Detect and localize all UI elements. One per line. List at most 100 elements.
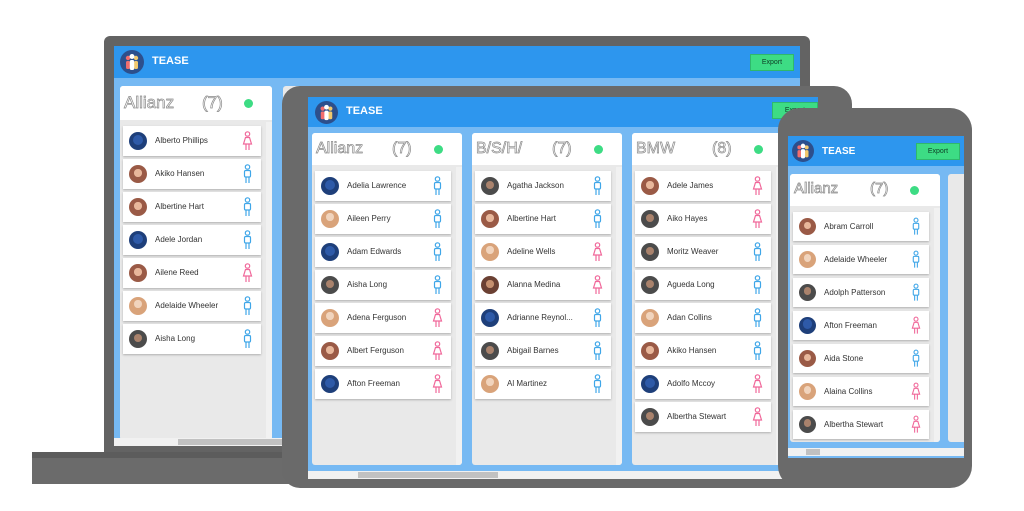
person-card[interactable]: Adan Collins bbox=[635, 303, 771, 333]
person-card[interactable]: Adele Jordan bbox=[123, 225, 261, 255]
person-name: Adolfo Mccoy bbox=[667, 379, 716, 388]
person-card[interactable]: Albertha Stewart bbox=[793, 410, 929, 439]
person-card[interactable]: Adena Ferguson bbox=[315, 303, 451, 333]
person-card[interactable]: Al Martinez bbox=[475, 369, 611, 399]
avatar bbox=[481, 342, 499, 360]
team-column-allianz: Allianz (7) Abram Carroll Adelaide Wheeler A… bbox=[790, 174, 940, 442]
person-card[interactable]: Adeline Wells bbox=[475, 237, 611, 267]
app-title: TEASE bbox=[152, 55, 189, 67]
avatar bbox=[641, 210, 659, 228]
person-name: Albertine Hart bbox=[155, 202, 204, 211]
avatar bbox=[321, 177, 339, 195]
person-card[interactable]: Aisha Long bbox=[123, 324, 261, 354]
female-icon bbox=[432, 308, 443, 333]
person-name: Adeline Wells bbox=[507, 247, 556, 256]
person-name: Moritz Weaver bbox=[667, 247, 719, 256]
person-card[interactable]: Moritz Weaver bbox=[635, 237, 771, 267]
person-name: Alaina Collins bbox=[824, 386, 873, 396]
vertical-scrollbar[interactable] bbox=[456, 167, 462, 465]
person-card[interactable]: Aileen Perry bbox=[315, 204, 451, 234]
person-card[interactable]: Albertine Hart bbox=[123, 192, 261, 222]
female-icon bbox=[592, 242, 603, 267]
person-card[interactable]: Akiko Hansen bbox=[123, 159, 261, 189]
person-name: Adrianne Reynol... bbox=[507, 313, 573, 322]
horizontal-scrollbar[interactable] bbox=[308, 471, 818, 479]
person-name: Aileen Perry bbox=[347, 214, 391, 223]
male-icon bbox=[432, 242, 443, 267]
person-card[interactable]: Agueda Long bbox=[635, 270, 771, 300]
person-name: Agueda Long bbox=[667, 280, 715, 289]
person-card[interactable]: Abigail Barnes bbox=[475, 336, 611, 366]
person-card[interactable]: Adelia Lawrence bbox=[315, 171, 451, 201]
person-card[interactable]: Alanna Medina bbox=[475, 270, 611, 300]
info-icon[interactable] bbox=[594, 145, 603, 154]
info-icon[interactable] bbox=[244, 99, 253, 108]
person-card[interactable]: Aisha Long bbox=[315, 270, 451, 300]
avatar bbox=[321, 276, 339, 294]
tablet-screen: TEASE Export Allianz (7) Adelia Lawrence Ai… bbox=[308, 97, 818, 479]
scrollbar-thumb[interactable] bbox=[806, 449, 820, 455]
female-icon bbox=[242, 131, 253, 156]
export-button[interactable]: Export bbox=[916, 143, 960, 160]
female-icon bbox=[752, 209, 763, 234]
person-card[interactable]: Afton Freeman bbox=[793, 311, 929, 340]
team-column-allianz: Allianz (7) Alberto Phillips Akiko Hansen Al… bbox=[120, 86, 272, 440]
team-logo-icon bbox=[315, 101, 338, 124]
female-icon bbox=[752, 176, 763, 201]
person-name: Akiko Hansen bbox=[667, 346, 717, 355]
male-icon bbox=[592, 374, 603, 399]
female-icon bbox=[432, 374, 443, 399]
avatar bbox=[641, 375, 659, 393]
avatar bbox=[481, 276, 499, 294]
export-button[interactable]: Export bbox=[750, 54, 794, 71]
person-card[interactable]: Adele James bbox=[635, 171, 771, 201]
column-header: BMW (8) bbox=[632, 133, 782, 165]
male-icon bbox=[911, 349, 921, 373]
person-card[interactable]: Afton Freeman bbox=[315, 369, 451, 399]
person-card[interactable]: Alberto Phillips bbox=[123, 126, 261, 156]
team-count: (7) bbox=[552, 140, 572, 158]
person-name: Adelaide Wheeler bbox=[155, 301, 219, 310]
person-card[interactable]: Adelaide Wheeler bbox=[793, 245, 929, 274]
person-card[interactable]: Adrianne Reynol... bbox=[475, 303, 611, 333]
person-name: Aisha Long bbox=[347, 280, 388, 289]
person-card[interactable]: Adam Edwards bbox=[315, 237, 451, 267]
person-card[interactable]: Adolph Patterson bbox=[793, 278, 929, 307]
male-icon bbox=[242, 230, 253, 255]
horizontal-scrollbar[interactable] bbox=[788, 448, 964, 456]
team-name: Allianz bbox=[794, 180, 839, 198]
person-card[interactable]: Agatha Jackson bbox=[475, 171, 611, 201]
info-icon[interactable] bbox=[434, 145, 443, 154]
info-icon[interactable] bbox=[910, 186, 919, 195]
avatar bbox=[481, 309, 499, 327]
person-card[interactable]: Albertine Hart bbox=[475, 204, 611, 234]
female-icon bbox=[752, 407, 763, 432]
vertical-scrollbar[interactable] bbox=[266, 122, 272, 440]
person-card[interactable]: Aiko Hayes bbox=[635, 204, 771, 234]
person-card[interactable]: Albert Ferguson bbox=[315, 336, 451, 366]
info-icon[interactable] bbox=[754, 145, 763, 154]
scrollbar-thumb[interactable] bbox=[178, 439, 288, 445]
app-header: TEASE Export bbox=[308, 97, 818, 127]
person-card[interactable]: Albertha Stewart bbox=[635, 402, 771, 432]
person-card[interactable]: Adolfo Mccoy bbox=[635, 369, 771, 399]
scrollbar-thumb[interactable] bbox=[358, 472, 498, 478]
person-name: Aiko Hayes bbox=[667, 214, 708, 223]
team-name: Allianz bbox=[316, 140, 364, 158]
person-name: Albertha Stewart bbox=[824, 419, 884, 429]
person-card[interactable]: Alaina Collins bbox=[793, 377, 929, 406]
vertical-scrollbar[interactable] bbox=[616, 167, 622, 465]
person-card[interactable]: Abram Carroll bbox=[793, 212, 929, 241]
person-card[interactable]: Akiko Hansen bbox=[635, 336, 771, 366]
avatar bbox=[129, 165, 147, 183]
person-name: Aida Stone bbox=[824, 353, 864, 363]
person-card[interactable]: Ailene Reed bbox=[123, 258, 261, 288]
vertical-scrollbar[interactable] bbox=[934, 208, 940, 442]
female-icon bbox=[911, 382, 921, 406]
person-card[interactable]: Adelaide Wheeler bbox=[123, 291, 261, 321]
column-header: B/S/H/ (7) bbox=[472, 133, 622, 165]
person-name: Al Martinez bbox=[507, 379, 548, 388]
avatar bbox=[641, 243, 659, 261]
male-icon bbox=[592, 176, 603, 201]
person-card[interactable]: Aida Stone bbox=[793, 344, 929, 373]
